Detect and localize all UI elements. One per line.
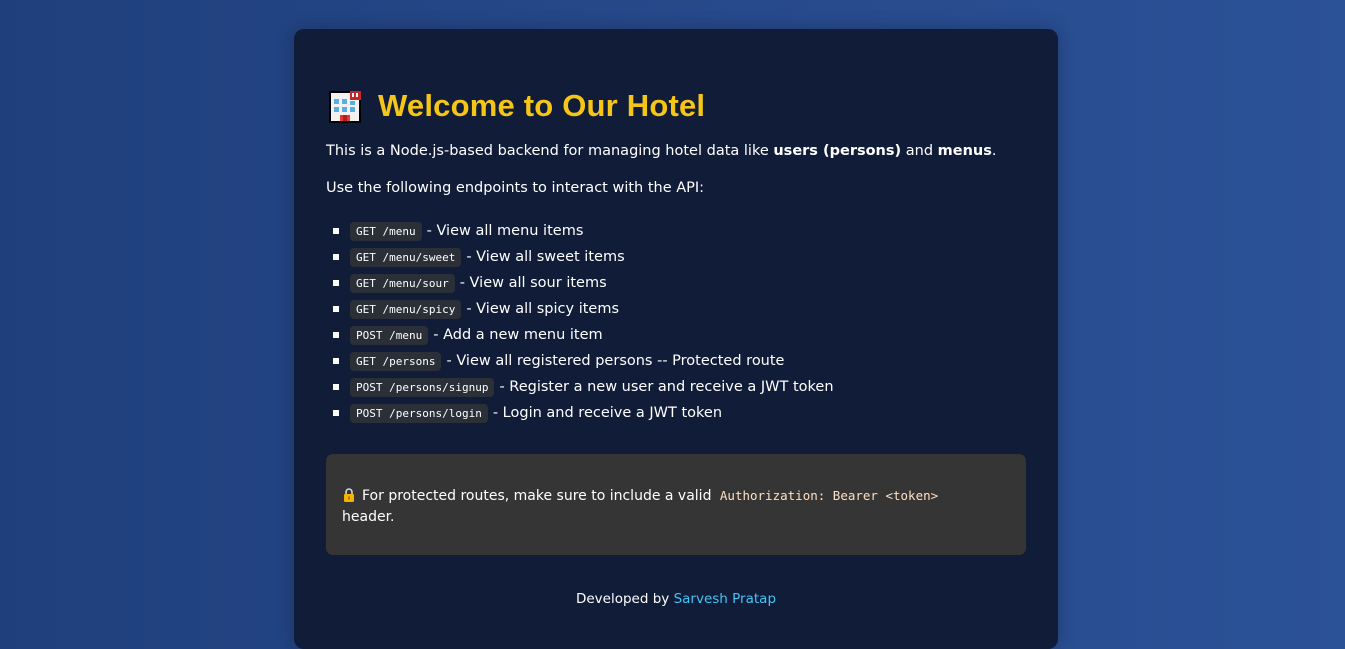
intro-suffix: . bbox=[991, 143, 997, 159]
lock-icon bbox=[342, 488, 356, 502]
intro-users: users (persons) bbox=[773, 143, 902, 159]
bullet bbox=[333, 384, 339, 390]
endpoint-item: POST /persons/login - Login and receive … bbox=[326, 400, 834, 426]
endpoint-item: GET /menu/sour - View all sour items bbox=[326, 270, 834, 296]
endpoint-code: POST /persons/signup bbox=[350, 377, 495, 397]
endpoint-item: POST /menu - Add a new menu item bbox=[326, 322, 834, 348]
endpoint-item: GET /menu/sweet - View all sweet items bbox=[326, 244, 834, 270]
bullet bbox=[333, 254, 339, 260]
endpoint-desc: - Register a new user and receive a JWT … bbox=[499, 379, 834, 395]
endpoint-list: GET /menu - View all menu items GET /men… bbox=[326, 218, 834, 426]
endpoint-desc: - View all sour items bbox=[459, 275, 607, 291]
endpoint-code: POST /menu bbox=[350, 325, 429, 345]
bullet bbox=[333, 228, 339, 234]
endpoint-code: GET /persons bbox=[350, 351, 442, 371]
note-prefix: For protected routes, make sure to inclu… bbox=[362, 488, 712, 504]
intro-menus: menus bbox=[937, 143, 992, 159]
endpoint-item: GET /persons - View all registered perso… bbox=[326, 348, 834, 374]
endpoints-intro: Use the following endpoints to interact … bbox=[326, 180, 705, 196]
intro-middle: and bbox=[901, 143, 938, 159]
title-text: Welcome to Our Hotel bbox=[378, 88, 706, 123]
endpoint-desc: - View all sweet items bbox=[466, 249, 625, 265]
auth-header-code: Authorization: Bearer <token> bbox=[719, 488, 939, 503]
endpoint-item: GET /menu - View all menu items bbox=[326, 218, 834, 244]
main-card: Welcome to Our Hotel This is a Node.js-b… bbox=[294, 29, 1058, 649]
endpoint-code: POST /persons/login bbox=[350, 403, 488, 423]
endpoint-code: GET /menu bbox=[350, 221, 422, 241]
bullet bbox=[333, 306, 339, 312]
endpoint-desc: - View all spicy items bbox=[466, 301, 620, 317]
endpoint-code: GET /menu/sour bbox=[350, 273, 455, 293]
endpoint-desc: - Login and receive a JWT token bbox=[492, 405, 723, 421]
intro-prefix: This is a Node.js-based backend for mana… bbox=[326, 143, 774, 159]
bullet bbox=[333, 332, 339, 338]
page-title: Welcome to Our Hotel bbox=[326, 87, 705, 125]
hotel-icon bbox=[326, 87, 364, 125]
bullet bbox=[333, 358, 339, 364]
note-suffix: header. bbox=[342, 509, 395, 525]
endpoint-desc: - View all registered persons -- Protect… bbox=[446, 353, 785, 369]
endpoint-item: GET /menu/spicy - View all spicy items bbox=[326, 296, 834, 322]
endpoint-item: POST /persons/signup - Register a new us… bbox=[326, 374, 834, 400]
footer-prefix: Developed by bbox=[575, 591, 670, 607]
auth-note: For protected routes, make sure to inclu… bbox=[326, 454, 1026, 555]
developer-link[interactable]: Sarvesh Pratap bbox=[674, 591, 776, 607]
bullet bbox=[333, 280, 339, 286]
bullet bbox=[333, 410, 339, 416]
footer: Developed by Sarvesh Pratap bbox=[294, 591, 1058, 607]
endpoint-code: GET /menu/spicy bbox=[350, 299, 462, 319]
intro-text: This is a Node.js-based backend for mana… bbox=[326, 143, 996, 159]
endpoint-code: GET /menu/sweet bbox=[350, 247, 462, 267]
endpoint-desc: - Add a new menu item bbox=[433, 327, 603, 343]
endpoint-desc: - View all menu items bbox=[426, 223, 584, 239]
